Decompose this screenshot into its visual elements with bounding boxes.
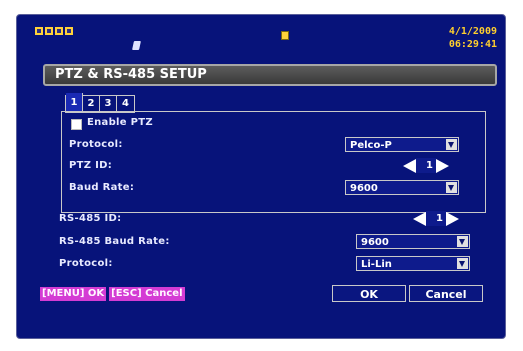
enable-ptz-checkbox[interactable] (71, 119, 82, 130)
ptz-baud-label: Baud Rate: (69, 182, 135, 193)
increment-arrow-icon[interactable] (436, 158, 449, 173)
menu-ok-hint: [MENU] OK (40, 287, 107, 301)
hdd-icon (281, 31, 289, 40)
rs485-protocol-label: Protocol: (59, 258, 113, 269)
ptz-baud-select[interactable]: 9600 (345, 180, 459, 195)
key-hint: [MENU] OK [ESC] Cancel (40, 287, 185, 301)
rs485-protocol-select[interactable]: Li-Lin (356, 256, 470, 271)
decrement-arrow-icon[interactable] (413, 211, 426, 226)
channel-status-icons (35, 27, 73, 35)
chevron-down-icon (446, 139, 457, 150)
increment-arrow-icon[interactable] (446, 211, 459, 226)
ptz-id-stepper[interactable]: 1 (403, 158, 449, 173)
record-status-icon (132, 41, 141, 50)
ptz-baud-value: 9600 (350, 183, 378, 194)
rs485-id-value: 1 (426, 211, 446, 226)
ptz-id-label: PTZ ID: (69, 160, 113, 171)
ok-button[interactable]: OK (332, 285, 406, 302)
ptz-id-value: 1 (416, 158, 436, 173)
chevron-down-icon (457, 258, 468, 269)
cancel-button[interactable]: Cancel (409, 285, 483, 302)
date-text: 4/1/2009 (448, 26, 497, 37)
tab-2[interactable]: 2 (83, 96, 100, 112)
channel-3-icon (55, 27, 63, 35)
datetime: 4/1/2009 06:29:41 (449, 25, 497, 51)
ptz-protocol-value: Pelco-P (350, 140, 392, 151)
tab-4[interactable]: 4 (117, 96, 134, 112)
rs485-protocol-value: Li-Lin (361, 259, 392, 270)
rs485-baud-value: 9600 (361, 237, 389, 248)
tab-1[interactable]: 1 (66, 93, 83, 112)
channel-1-icon (35, 27, 43, 35)
page-title: PTZ & RS-485 SETUP (43, 64, 497, 86)
rs485-baud-label: RS-485 Baud Rate: (59, 236, 170, 247)
rs485-id-stepper[interactable]: 1 (413, 211, 459, 226)
rs485-id-label: RS-485 ID: (59, 213, 122, 224)
chevron-down-icon (446, 182, 457, 193)
enable-ptz-label: Enable PTZ (87, 117, 153, 128)
channel-4-icon (65, 27, 73, 35)
ptz-protocol-select[interactable]: Pelco-P (345, 137, 459, 152)
decrement-arrow-icon[interactable] (403, 158, 416, 173)
esc-cancel-hint: [ESC] Cancel (109, 287, 185, 301)
ptz-protocol-label: Protocol: (69, 139, 123, 150)
rs485-baud-select[interactable]: 9600 (356, 234, 470, 249)
tab-3[interactable]: 3 (100, 96, 117, 112)
chevron-down-icon (457, 236, 468, 247)
time-text: 06:29:41 (448, 39, 497, 50)
channel-2-icon (45, 27, 53, 35)
